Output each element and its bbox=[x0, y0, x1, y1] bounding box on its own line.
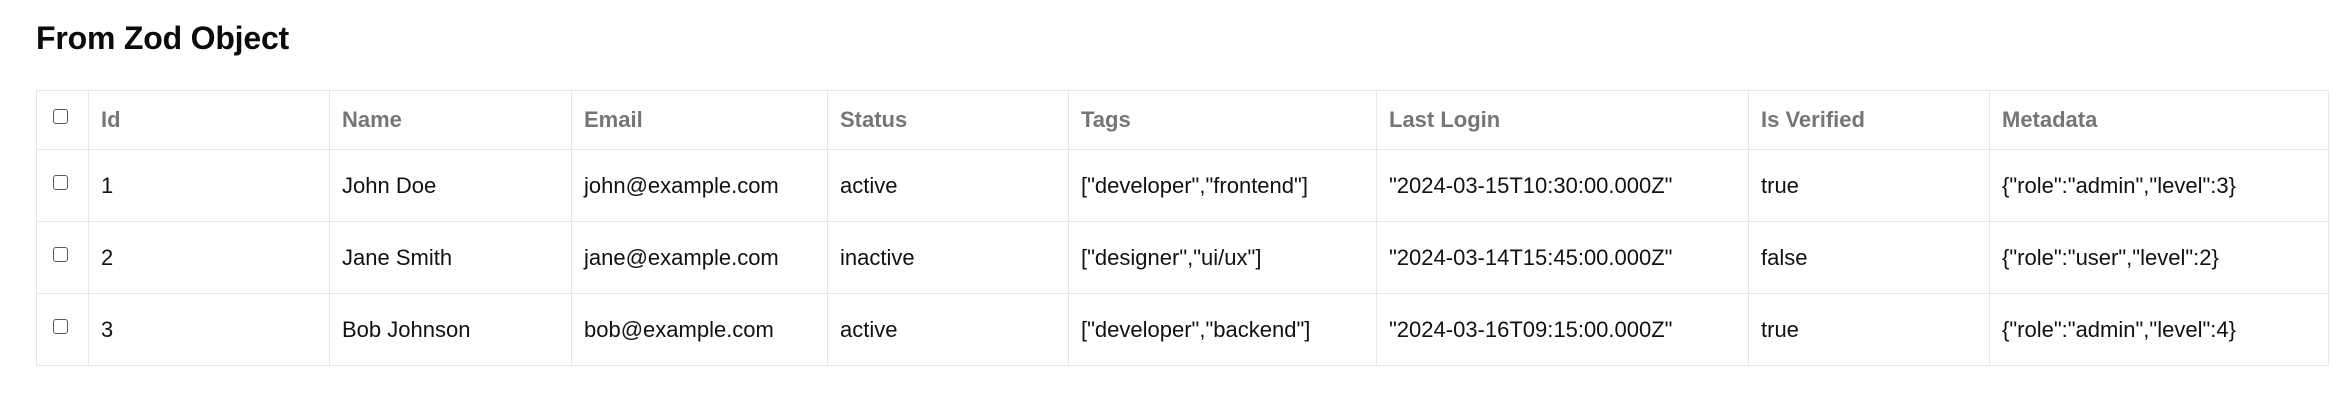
cell-last-login: "2024-03-14T15:45:00.000Z" bbox=[1376, 221, 1749, 294]
data-table-container: Id Name Email Status Tags Last Login Is … bbox=[36, 90, 2329, 366]
column-header-status[interactable]: Status bbox=[827, 90, 1069, 150]
row-checkbox[interactable] bbox=[53, 319, 68, 334]
cell-metadata: {"role":"user","level":2} bbox=[1989, 221, 2329, 294]
column-header-email[interactable]: Email bbox=[571, 90, 828, 150]
cell-status: inactive bbox=[827, 221, 1069, 294]
column-header-id[interactable]: Id bbox=[88, 90, 330, 150]
cell-status: active bbox=[827, 293, 1069, 366]
row-select-cell bbox=[36, 149, 89, 222]
row-select-cell bbox=[36, 221, 89, 294]
page: From Zod Object Id Name Email Status Tag… bbox=[0, 0, 2332, 402]
cell-is-verified: true bbox=[1748, 293, 1990, 366]
column-header-is-verified[interactable]: Is Verified bbox=[1748, 90, 1990, 150]
cell-tags: ["developer","frontend"] bbox=[1068, 149, 1377, 222]
cell-last-login: "2024-03-15T10:30:00.000Z" bbox=[1376, 149, 1749, 222]
table-row: 2 Jane Smith jane@example.com inactive [… bbox=[36, 221, 2329, 294]
data-table: Id Name Email Status Tags Last Login Is … bbox=[36, 90, 2329, 366]
table-row: 3 Bob Johnson bob@example.com active ["d… bbox=[36, 293, 2329, 366]
table-header-row: Id Name Email Status Tags Last Login Is … bbox=[36, 90, 2329, 150]
column-header-last-login[interactable]: Last Login bbox=[1376, 90, 1749, 150]
row-checkbox[interactable] bbox=[53, 175, 68, 190]
cell-id: 3 bbox=[88, 293, 330, 366]
cell-id: 2 bbox=[88, 221, 330, 294]
column-header-tags[interactable]: Tags bbox=[1068, 90, 1377, 150]
cell-email: bob@example.com bbox=[571, 293, 828, 366]
cell-tags: ["developer","backend"] bbox=[1068, 293, 1377, 366]
cell-status: active bbox=[827, 149, 1069, 222]
cell-tags: ["designer","ui/ux"] bbox=[1068, 221, 1377, 294]
cell-name: Jane Smith bbox=[329, 221, 572, 294]
cell-name: John Doe bbox=[329, 149, 572, 222]
cell-is-verified: true bbox=[1748, 149, 1990, 222]
cell-last-login: "2024-03-16T09:15:00.000Z" bbox=[1376, 293, 1749, 366]
cell-name: Bob Johnson bbox=[329, 293, 572, 366]
cell-id: 1 bbox=[88, 149, 330, 222]
cell-metadata: {"role":"admin","level":3} bbox=[1989, 149, 2329, 222]
cell-is-verified: false bbox=[1748, 221, 1990, 294]
select-all-cell bbox=[36, 90, 89, 150]
column-header-name[interactable]: Name bbox=[329, 90, 572, 150]
cell-email: john@example.com bbox=[571, 149, 828, 222]
column-header-metadata[interactable]: Metadata bbox=[1989, 90, 2329, 150]
row-select-cell bbox=[36, 293, 89, 366]
table-row: 1 John Doe john@example.com active ["dev… bbox=[36, 149, 2329, 222]
page-title: From Zod Object bbox=[36, 20, 290, 56]
row-checkbox[interactable] bbox=[53, 247, 68, 262]
cell-email: jane@example.com bbox=[571, 221, 828, 294]
cell-metadata: {"role":"admin","level":4} bbox=[1989, 293, 2329, 366]
select-all-checkbox[interactable] bbox=[53, 108, 68, 124]
